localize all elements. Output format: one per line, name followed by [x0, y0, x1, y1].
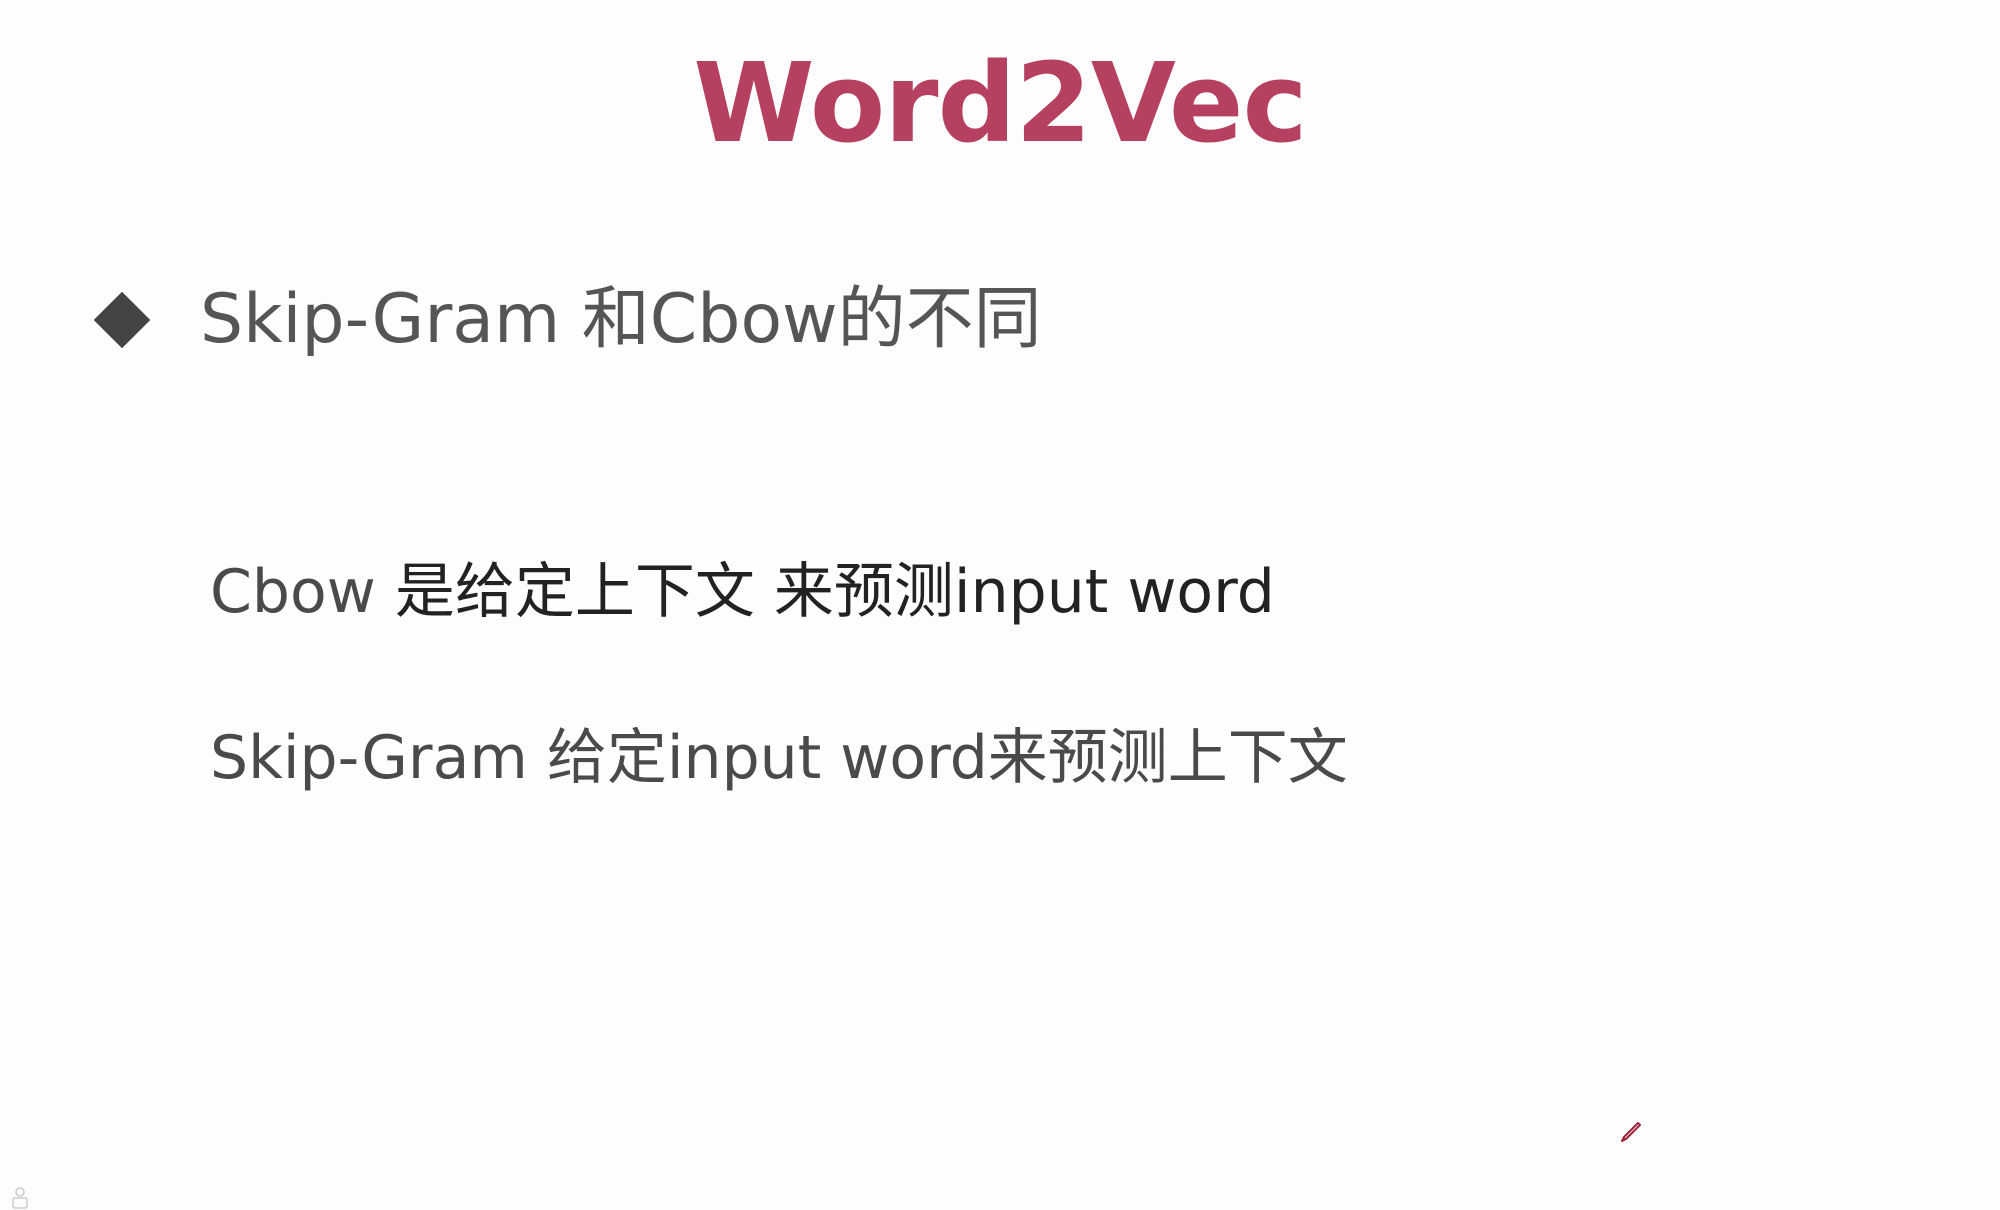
cbow-line: Cbow 是给定上下文 来预测input word: [210, 552, 1275, 632]
bullet-item: Skip-Gram 和Cbow的不同: [92, 275, 1042, 365]
bullet-text: Skip-Gram 和Cbow的不同: [200, 280, 1042, 359]
slide-title: Word2Vec: [693, 39, 1307, 167]
watermark-icon: [12, 1187, 28, 1209]
cbow-description: 是给定上下文 来预测input word: [394, 557, 1275, 627]
skipgram-term: Skip-Gram: [210, 723, 547, 793]
diamond-icon: [93, 291, 151, 349]
skipgram-description: 给定input word来预测上下文: [546, 723, 1348, 793]
slide: Word2Vec Skip-Gram 和Cbow的不同 Cbow 是给定上下文 …: [0, 0, 2000, 1210]
skipgram-line: Skip-Gram 给定input word来预测上下文: [210, 718, 1348, 798]
cbow-term: Cbow: [210, 557, 395, 627]
pen-icon: [1621, 1122, 1641, 1142]
